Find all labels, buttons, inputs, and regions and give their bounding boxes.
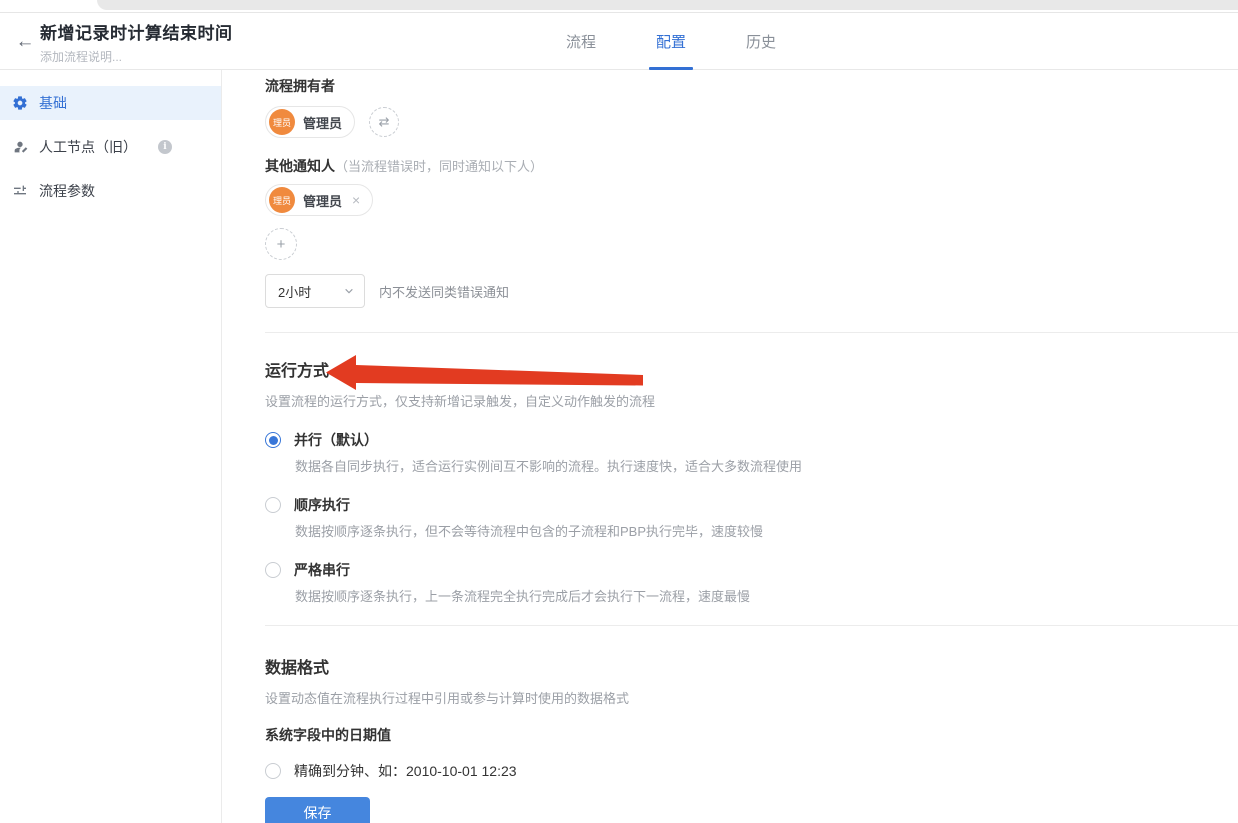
error-notice-suffix: 内不发送同类错误通知 (379, 284, 510, 300)
radio-icon[interactable] (265, 562, 281, 578)
data-format-desc: 设置动态值在流程执行过程中引用或参与计算时使用的数据格式 (265, 691, 630, 706)
window-top-strip (0, 0, 1238, 13)
date-precision-label: 精确到分钟、如：2010-10-01 12:23 (294, 763, 517, 779)
option-desc: 数据各自同步执行，适合运行实例间互不影响的流程。执行速度快，适合大多数流程使用 (295, 459, 803, 474)
run-mode-option-parallel: 并行（默认） 数据各自同步执行，适合运行实例间互不影响的流程。执行速度快，适合大… (265, 430, 1238, 475)
radio-checked-icon[interactable] (265, 432, 281, 448)
date-precision-option[interactable]: 精确到分钟、如：2010-10-01 12:23 (265, 761, 1238, 781)
sidebar-item-manual-node-label: 人工节点（旧） (39, 139, 137, 155)
notify-label-row: 其他通知人（当流程错误时，同时通知以下人） (265, 156, 1238, 176)
swap-icon: ⇄ (378, 114, 390, 129)
run-mode-option-strict-serial-head[interactable]: 严格串行 (265, 560, 1238, 580)
tab-flow-label: 流程 (566, 34, 597, 51)
sidebar-item-flow-params-label: 流程参数 (39, 183, 95, 199)
radio-icon[interactable] (265, 763, 281, 779)
run-mode-option-sequential-head[interactable]: 顺序执行 (265, 495, 1238, 515)
run-mode-option-parallel-head[interactable]: 并行（默认） (265, 430, 1238, 450)
sidebar-item-basic[interactable]: 基础 (0, 86, 221, 120)
owner-row: 理员 管理员 ⇄ (265, 106, 1238, 138)
run-mode-option-sequential: 顺序执行 数据按顺序逐条执行，但不会等待流程中包含的子流程和PBP执行完毕，速度… (265, 495, 1238, 540)
sidebar-item-manual-node[interactable]: 人工节点（旧） i (0, 130, 221, 164)
tab-flow[interactable]: 流程 (560, 13, 602, 70)
option-desc: 数据按顺序逐条执行，上一条流程完全执行完成后才会执行下一流程，速度最慢 (295, 589, 751, 604)
run-mode-title: 运行方式 (265, 363, 330, 380)
error-notice-row: 2小时 内不发送同类错误通知 (265, 274, 1238, 308)
info-icon[interactable]: i (158, 140, 172, 154)
option-label: 顺序执行 (294, 497, 350, 513)
add-notify-row: + (265, 228, 1238, 260)
avatar: 理员 (269, 109, 295, 135)
page-subtitle[interactable]: 添加流程说明... (40, 48, 233, 65)
settings-panel: 流程拥有者 理员 管理员 ⇄ 其他通知人（当流程错误时，同时通知以下人） 理员 … (222, 70, 1238, 823)
section-divider (265, 332, 1238, 333)
section-divider (265, 625, 1238, 626)
run-mode-option-strict-serial: 严格串行 数据按顺序逐条执行，上一条流程完全执行完成后才会执行下一流程，速度最慢 (265, 560, 1238, 605)
radio-icon[interactable] (265, 497, 281, 513)
option-label: 严格串行 (294, 562, 350, 578)
page-title: 新增记录时计算结束时间 (40, 24, 233, 43)
plus-icon: + (276, 235, 286, 253)
add-member-button[interactable]: + (265, 228, 297, 260)
option-desc: 数据按顺序逐条执行，但不会等待流程中包含的子流程和PBP执行完毕，速度较慢 (295, 524, 764, 539)
owner-member-name: 管理员 (303, 115, 343, 131)
tab-config[interactable]: 配置 (649, 13, 694, 70)
title-block: 新增记录时计算结束时间 添加流程说明... (40, 19, 233, 65)
tab-bar: 流程 配置 历史 (560, 13, 782, 70)
run-mode-desc: 设置流程的运行方式，仅支持新增记录触发，自定义动作触发的流程 (265, 394, 656, 409)
date-field-label: 系统字段中的日期值 (265, 727, 391, 743)
save-button[interactable]: 保存 (265, 797, 370, 823)
notify-hint: （当流程错误时，同时通知以下人） (335, 159, 544, 174)
sliders-icon (12, 183, 28, 199)
window-top-shape (97, 0, 1238, 10)
sidebar-item-basic-label: 基础 (39, 95, 67, 111)
data-format-title: 数据格式 (265, 660, 330, 677)
notify-row: 理员 管理员 × (265, 184, 1238, 216)
tab-history-label: 历史 (746, 34, 777, 51)
error-interval-value: 2小时 (278, 284, 312, 300)
notify-label: 其他通知人 (265, 158, 335, 174)
change-owner-button[interactable]: ⇄ (369, 107, 400, 137)
notify-member-pill[interactable]: 理员 管理员 × (265, 184, 374, 216)
header: ← 新增记录时计算结束时间 添加流程说明... 流程 配置 历史 (0, 13, 1238, 70)
option-label: 并行（默认） (294, 432, 378, 448)
avatar: 理员 (269, 187, 295, 213)
owner-member-pill[interactable]: 理员 管理员 (265, 106, 356, 138)
run-mode-options: 并行（默认） 数据各自同步执行，适合运行实例间互不影响的流程。执行速度快，适合大… (265, 430, 1238, 605)
tab-history[interactable]: 历史 (740, 13, 782, 70)
chevron-down-icon (344, 286, 354, 296)
back-arrow-icon[interactable]: ← (12, 29, 38, 55)
sidebar: 基础 人工节点（旧） i 流程参数 (0, 70, 222, 823)
notify-member-name: 管理员 (303, 193, 343, 209)
gear-icon (12, 95, 28, 111)
remove-member-icon[interactable]: × (352, 192, 360, 208)
app-window: ← 新增记录时计算结束时间 添加流程说明... 流程 配置 历史 基础 人工节点… (0, 0, 1238, 823)
person-icon (12, 139, 28, 155)
body-layout: 基础 人工节点（旧） i 流程参数 流程拥有者 理员 管理员 ⇄ 其他通知人（当… (0, 70, 1238, 823)
tab-config-label: 配置 (656, 34, 687, 51)
sidebar-item-flow-params[interactable]: 流程参数 (0, 174, 221, 208)
owner-label: 流程拥有者 (265, 78, 335, 94)
error-interval-select[interactable]: 2小时 (265, 274, 365, 308)
